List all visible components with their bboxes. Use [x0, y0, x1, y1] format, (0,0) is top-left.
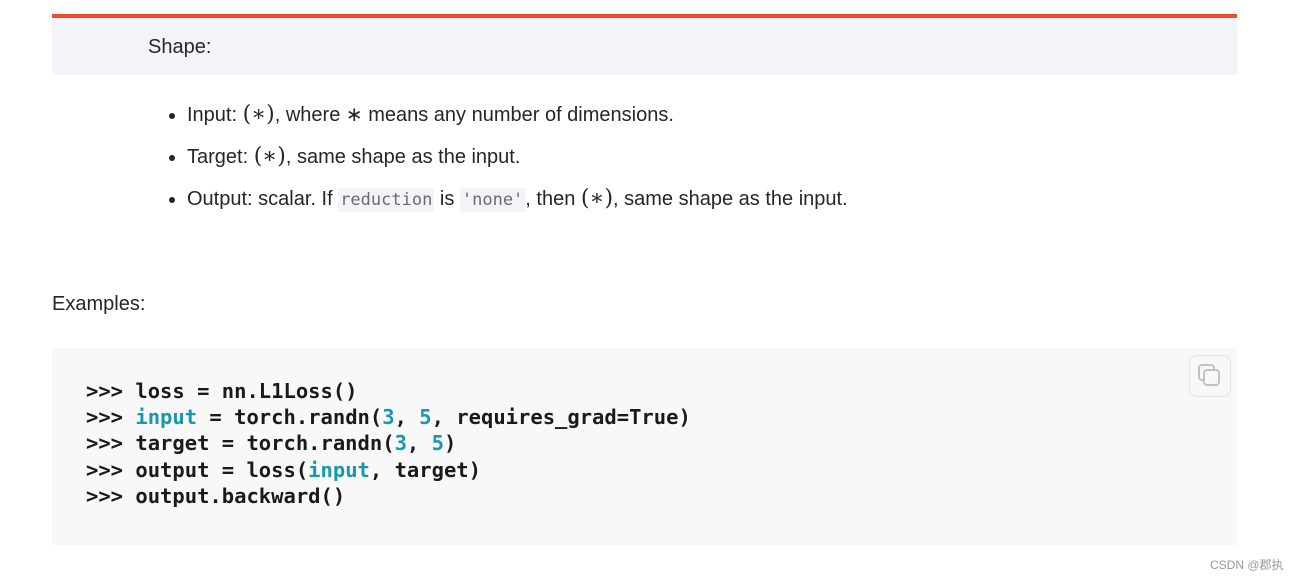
- copy-button[interactable]: [1189, 355, 1231, 397]
- shape-header: Shape:: [52, 18, 1237, 75]
- code-line: >>> loss = nn.L1Loss(): [86, 379, 358, 403]
- code-line: >>> output.backward(): [86, 483, 346, 508]
- code-line: >>> input = torch.randn(3, 5, requires_g…: [86, 405, 691, 430]
- list-item: Input: (∗), where ∗ means any number of …: [187, 96, 848, 138]
- list-item: Target: (∗), same shape as the input.: [187, 138, 848, 180]
- examples-heading: Examples:: [52, 293, 146, 315]
- code-line: >>> target = torch.randn(3, 5): [86, 431, 457, 456]
- shape-heading: Shape:: [148, 36, 212, 58]
- list-item: Output: scalar. If reduction is 'none', …: [187, 180, 848, 222]
- code-block: >>> loss = nn.L1Loss() >>> input = torch.…: [52, 348, 1237, 545]
- code-text: >>> loss = nn.L1Loss() >>> input = torch.…: [86, 378, 691, 509]
- code-line: >>> output = loss(input, target): [86, 457, 481, 482]
- watermark: CSDN @郡执: [1210, 558, 1284, 572]
- shape-list: Input: (∗), where ∗ means any number of …: [148, 96, 848, 222]
- copy-icon: [1198, 364, 1220, 386]
